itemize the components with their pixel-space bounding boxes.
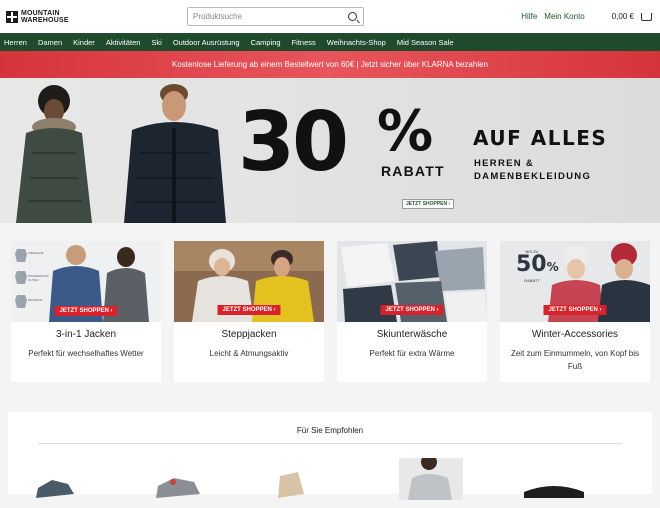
nav-item-damen[interactable]: Damen [38, 38, 62, 47]
logo[interactable]: MOUNTAIN WAREHOUSE [6, 10, 69, 24]
cart-icon [641, 12, 652, 21]
panel-label-2: WATERPROOF OUTER [28, 274, 50, 282]
logo-mark-icon [6, 10, 18, 23]
discount-badge: BIS ZU 50% RABATT [516, 249, 559, 283]
recommended-section: Für Sie Empfohlen [8, 412, 652, 500]
help-link[interactable]: Hilfe [521, 12, 537, 21]
hero-rabatt: RABATT [381, 163, 445, 179]
nav-item-herren[interactable]: Herren [4, 38, 27, 47]
search-box [187, 7, 364, 26]
hero-subheadline: HERREN & DAMENBEKLEIDUNG [474, 157, 591, 183]
header-links: Hilfe Mein Konto 0,00 € [514, 0, 652, 33]
badge-percent-sign: % [546, 260, 559, 274]
nav-item-fitness[interactable]: Fitness [292, 38, 316, 47]
card-title: Skiunterwäsche [376, 329, 448, 340]
nav-item-outdoor[interactable]: Outdoor Ausrüstung [173, 38, 240, 47]
panel-label-1: FIBRELINE [28, 251, 44, 255]
logo-line1: MOUNTAIN [21, 9, 60, 17]
main-nav: Herren Damen Kinder Aktivitäten Ski Outd… [0, 33, 660, 51]
card-image: BIS ZU 50% RABATT JETZT SHOPPEN › [500, 241, 650, 322]
category-card-winter-accessories[interactable]: BIS ZU 50% RABATT JETZT SHOPPEN › Winter… [500, 241, 650, 382]
hero-headline: AUF ALLES [473, 126, 608, 150]
nav-item-mid-season-sale[interactable]: Mid Season Sale [397, 38, 454, 47]
search-icon[interactable] [348, 12, 357, 21]
category-cards: FIBRELINE WATERPROOF OUTER REVERSE JETZT… [11, 241, 650, 382]
card-shop-button[interactable]: JETZT SHOPPEN › [543, 305, 607, 315]
cart-total: 0,00 € [611, 12, 634, 21]
divider [38, 443, 622, 444]
promo-text: Kostenlose Lieferung ab einem Bestellwer… [171, 60, 489, 69]
card-image: FIBRELINE WATERPROOF OUTER REVERSE JETZT… [11, 241, 161, 322]
account-link[interactable]: Mein Konto [544, 12, 584, 21]
card-title: Steppjacken [221, 329, 277, 340]
product-thumb-hat [524, 486, 584, 498]
category-card-skiunterwaesche[interactable]: JETZT SHOPPEN › Skiunterwäsche Perfekt f… [337, 241, 487, 382]
hero-sub-line2: DAMENBEKLEIDUNG [474, 171, 592, 182]
category-card-steppjacken[interactable]: JETZT SHOPPEN › Steppjacken Leicht & Atm… [174, 241, 324, 382]
product-thumb-boot-1 [36, 480, 74, 498]
search-input[interactable] [188, 12, 338, 21]
product-thumb-boot-2 [156, 478, 200, 498]
nav-item-kinder[interactable]: Kinder [73, 38, 95, 47]
promo-banner[interactable]: Kostenlose Lieferung ab einem Bestellwer… [0, 51, 660, 78]
card-description: Leicht & Atmungsaktiv [209, 349, 289, 358]
logo-line2: WAREHOUSE [21, 16, 69, 24]
hero-model-man-image [124, 84, 226, 223]
card-title: Winter-Accessories [531, 329, 619, 340]
card-image: JETZT SHOPPEN › [337, 241, 487, 322]
card-shop-button[interactable]: JETZT SHOPPEN › [380, 305, 444, 315]
nav-item-camping[interactable]: Camping [251, 38, 281, 47]
card-title: 3-in-1 Jacken [55, 329, 117, 340]
hero-sub-line1: HERREN & [474, 158, 535, 169]
card-shop-button[interactable]: JETZT SHOPPEN › [217, 305, 281, 315]
badge-bottom: RABATT [524, 278, 540, 283]
card-description: Perfekt für wechselhaftes Wetter [28, 349, 144, 358]
nav-item-ski[interactable]: Ski [151, 38, 161, 47]
card-description: Perfekt für extra Wärme [369, 349, 455, 358]
hero-shop-button[interactable]: JETZT SHOPPEN › [402, 199, 455, 209]
card-description: Zeit zum Einmummeln, von Kopf bis Fuß [510, 349, 640, 371]
cart-button[interactable]: 0,00 € [605, 12, 652, 21]
category-card-3in1[interactable]: FIBRELINE WATERPROOF OUTER REVERSE JETZT… [11, 241, 161, 382]
site-header: MOUNTAIN WAREHOUSE Hilfe Mein Konto 0,00… [0, 0, 660, 33]
hero-percent: 30 [238, 95, 349, 190]
panel-label-3: REVERSE [28, 298, 43, 302]
badge-percent: 50 [516, 252, 547, 277]
nav-item-aktivitaeten[interactable]: Aktivitäten [106, 38, 141, 47]
card-image: JETZT SHOPPEN › [174, 241, 324, 322]
nav-item-weihnachts-shop[interactable]: Weihnachts-Shop [327, 38, 386, 47]
card-shop-button[interactable]: JETZT SHOPPEN › [54, 306, 118, 316]
hero-model-woman-image [16, 85, 92, 223]
recommended-products-row [36, 458, 584, 500]
hero-percent-sign: % [377, 99, 434, 164]
product-thumb-boot-3 [278, 472, 304, 498]
recommended-title: Für Sie Empfohlen [296, 426, 364, 435]
